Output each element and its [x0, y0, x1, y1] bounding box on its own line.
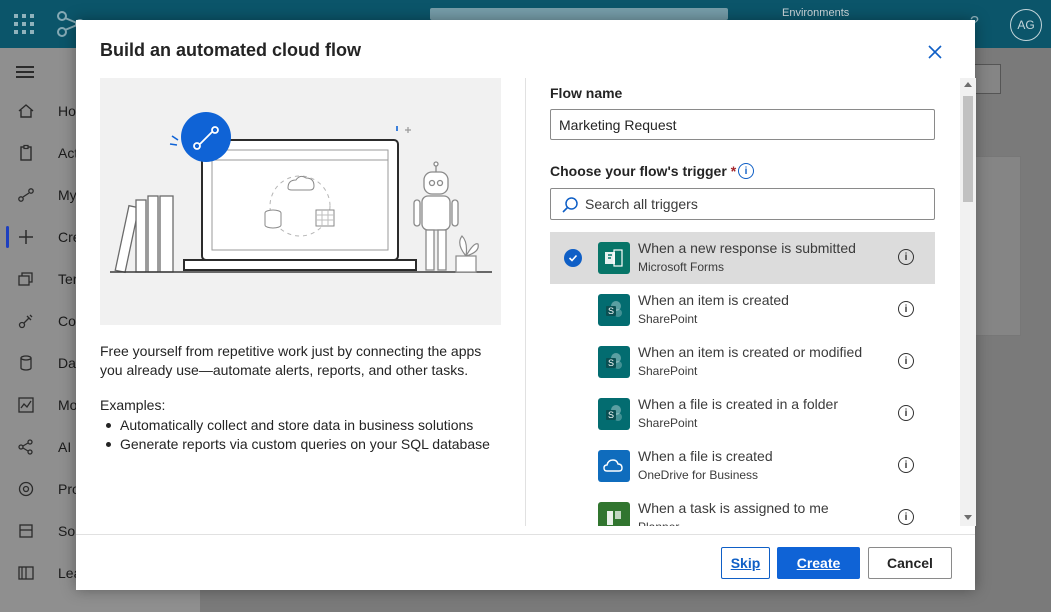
required-mark: * [730, 163, 737, 179]
app-launcher-icon[interactable] [14, 14, 34, 34]
info-icon[interactable]: i [898, 405, 914, 421]
trigger-search-input[interactable] [585, 189, 925, 219]
onedrive-icon [598, 450, 630, 482]
trigger-option[interactable]: S When an item is created SharePoint i [550, 284, 935, 336]
trigger-name: When a new response is submitted [638, 240, 856, 256]
trigger-connector: SharePoint [638, 312, 698, 326]
trigger-connector: SharePoint [638, 416, 698, 430]
scroll-thumb[interactable] [963, 96, 973, 202]
svg-text:S: S [608, 410, 614, 420]
clipboard-icon [16, 143, 36, 163]
trigger-option[interactable]: When a file is created OneDrive for Busin… [550, 440, 935, 492]
sharepoint-icon: S [598, 346, 630, 378]
trigger-info-icon[interactable]: i [738, 163, 754, 179]
flow-icon [16, 185, 36, 205]
info-icon[interactable]: i [898, 249, 914, 265]
environment-label[interactable]: Environments [782, 7, 849, 19]
background-card [975, 156, 1021, 336]
trigger-option[interactable]: S When a file is created in a folder Share… [550, 388, 935, 440]
flow-name-label: Flow name [550, 85, 623, 101]
examples-list: Automatically collect and store data in … [100, 416, 520, 454]
connectors-icon [16, 311, 36, 331]
search-icon [562, 197, 578, 213]
flow-name-input[interactable] [550, 109, 935, 140]
trigger-name: When an item is created or modified [638, 344, 863, 360]
microsoft-forms-icon [598, 242, 630, 274]
trigger-connector: Planner [638, 520, 679, 526]
nav-item-label: Co [58, 313, 76, 329]
info-icon[interactable]: i [898, 301, 914, 317]
nav-item-label: My [58, 187, 77, 203]
solutions-icon [16, 521, 36, 541]
info-icon[interactable]: i [898, 457, 914, 473]
trigger-option[interactable]: S When an item is created or modified Shar… [550, 336, 935, 388]
svg-text:S: S [608, 306, 614, 316]
svg-text:S: S [608, 358, 614, 368]
trigger-connector: Microsoft Forms [638, 260, 725, 274]
nav-item-label: AI [58, 439, 72, 455]
scroll-up-arrow[interactable] [964, 82, 972, 87]
sharepoint-icon: S [598, 294, 630, 326]
planner-icon [598, 502, 630, 526]
trigger-label: Choose your flow's trigger * [550, 163, 736, 179]
global-search[interactable] [430, 8, 728, 20]
trigger-connector: SharePoint [638, 364, 698, 378]
ai-hub-icon [16, 437, 36, 457]
process-icon [16, 479, 36, 499]
trigger-name: When a task is assigned to me [638, 500, 829, 516]
checkmark-icon [564, 249, 582, 267]
example-item: Automatically collect and store data in … [100, 416, 520, 435]
dialog-intro-text: Free yourself from repetitive work just … [100, 343, 482, 378]
create-button[interactable]: Create [777, 547, 860, 579]
build-flow-dialog: Build an automated cloud flow Free yours… [76, 20, 976, 590]
home-icon [16, 101, 36, 121]
plus-icon [16, 227, 36, 247]
hamburger-menu-icon[interactable] [16, 66, 34, 78]
nav-item-label: Da [58, 355, 76, 371]
footer-divider [76, 534, 975, 535]
trigger-label-text: Choose your flow's trigger [550, 163, 727, 179]
info-icon[interactable]: i [898, 509, 914, 525]
avatar[interactable]: AG [1010, 9, 1042, 41]
trigger-name: When an item is created [638, 292, 789, 308]
trigger-search-box[interactable] [550, 188, 935, 220]
trigger-option[interactable]: When a task is assigned to me Planner i [550, 492, 935, 526]
examples-title: Examples: [100, 397, 166, 413]
close-icon[interactable] [925, 42, 945, 62]
info-icon[interactable]: i [898, 353, 914, 369]
trigger-name: When a file is created in a folder [638, 396, 838, 412]
vertical-divider [525, 78, 526, 526]
learn-icon [16, 563, 36, 583]
sharepoint-icon: S [598, 398, 630, 430]
dialog-title: Build an automated cloud flow [100, 40, 361, 60]
example-item: Generate reports via custom queries on y… [100, 435, 520, 454]
nav-item-label: Ho [58, 103, 76, 119]
nav-item-label: Ter [58, 271, 78, 287]
trigger-connector: OneDrive for Business [638, 468, 759, 482]
flow-illustration [100, 78, 501, 325]
skip-button[interactable]: Skip [721, 547, 770, 579]
trigger-scrollbar[interactable] [960, 78, 976, 526]
trigger-name: When a file is created [638, 448, 773, 464]
nav-item-label: Mo [58, 397, 78, 413]
database-icon [16, 353, 36, 373]
cancel-button[interactable]: Cancel [868, 547, 952, 579]
scroll-down-arrow[interactable] [964, 515, 972, 520]
trigger-option[interactable]: When a new response is submitted Microsof… [550, 232, 935, 284]
templates-icon [16, 269, 36, 289]
monitor-icon [16, 395, 36, 415]
trigger-list: When a new response is submitted Microsof… [550, 232, 935, 526]
